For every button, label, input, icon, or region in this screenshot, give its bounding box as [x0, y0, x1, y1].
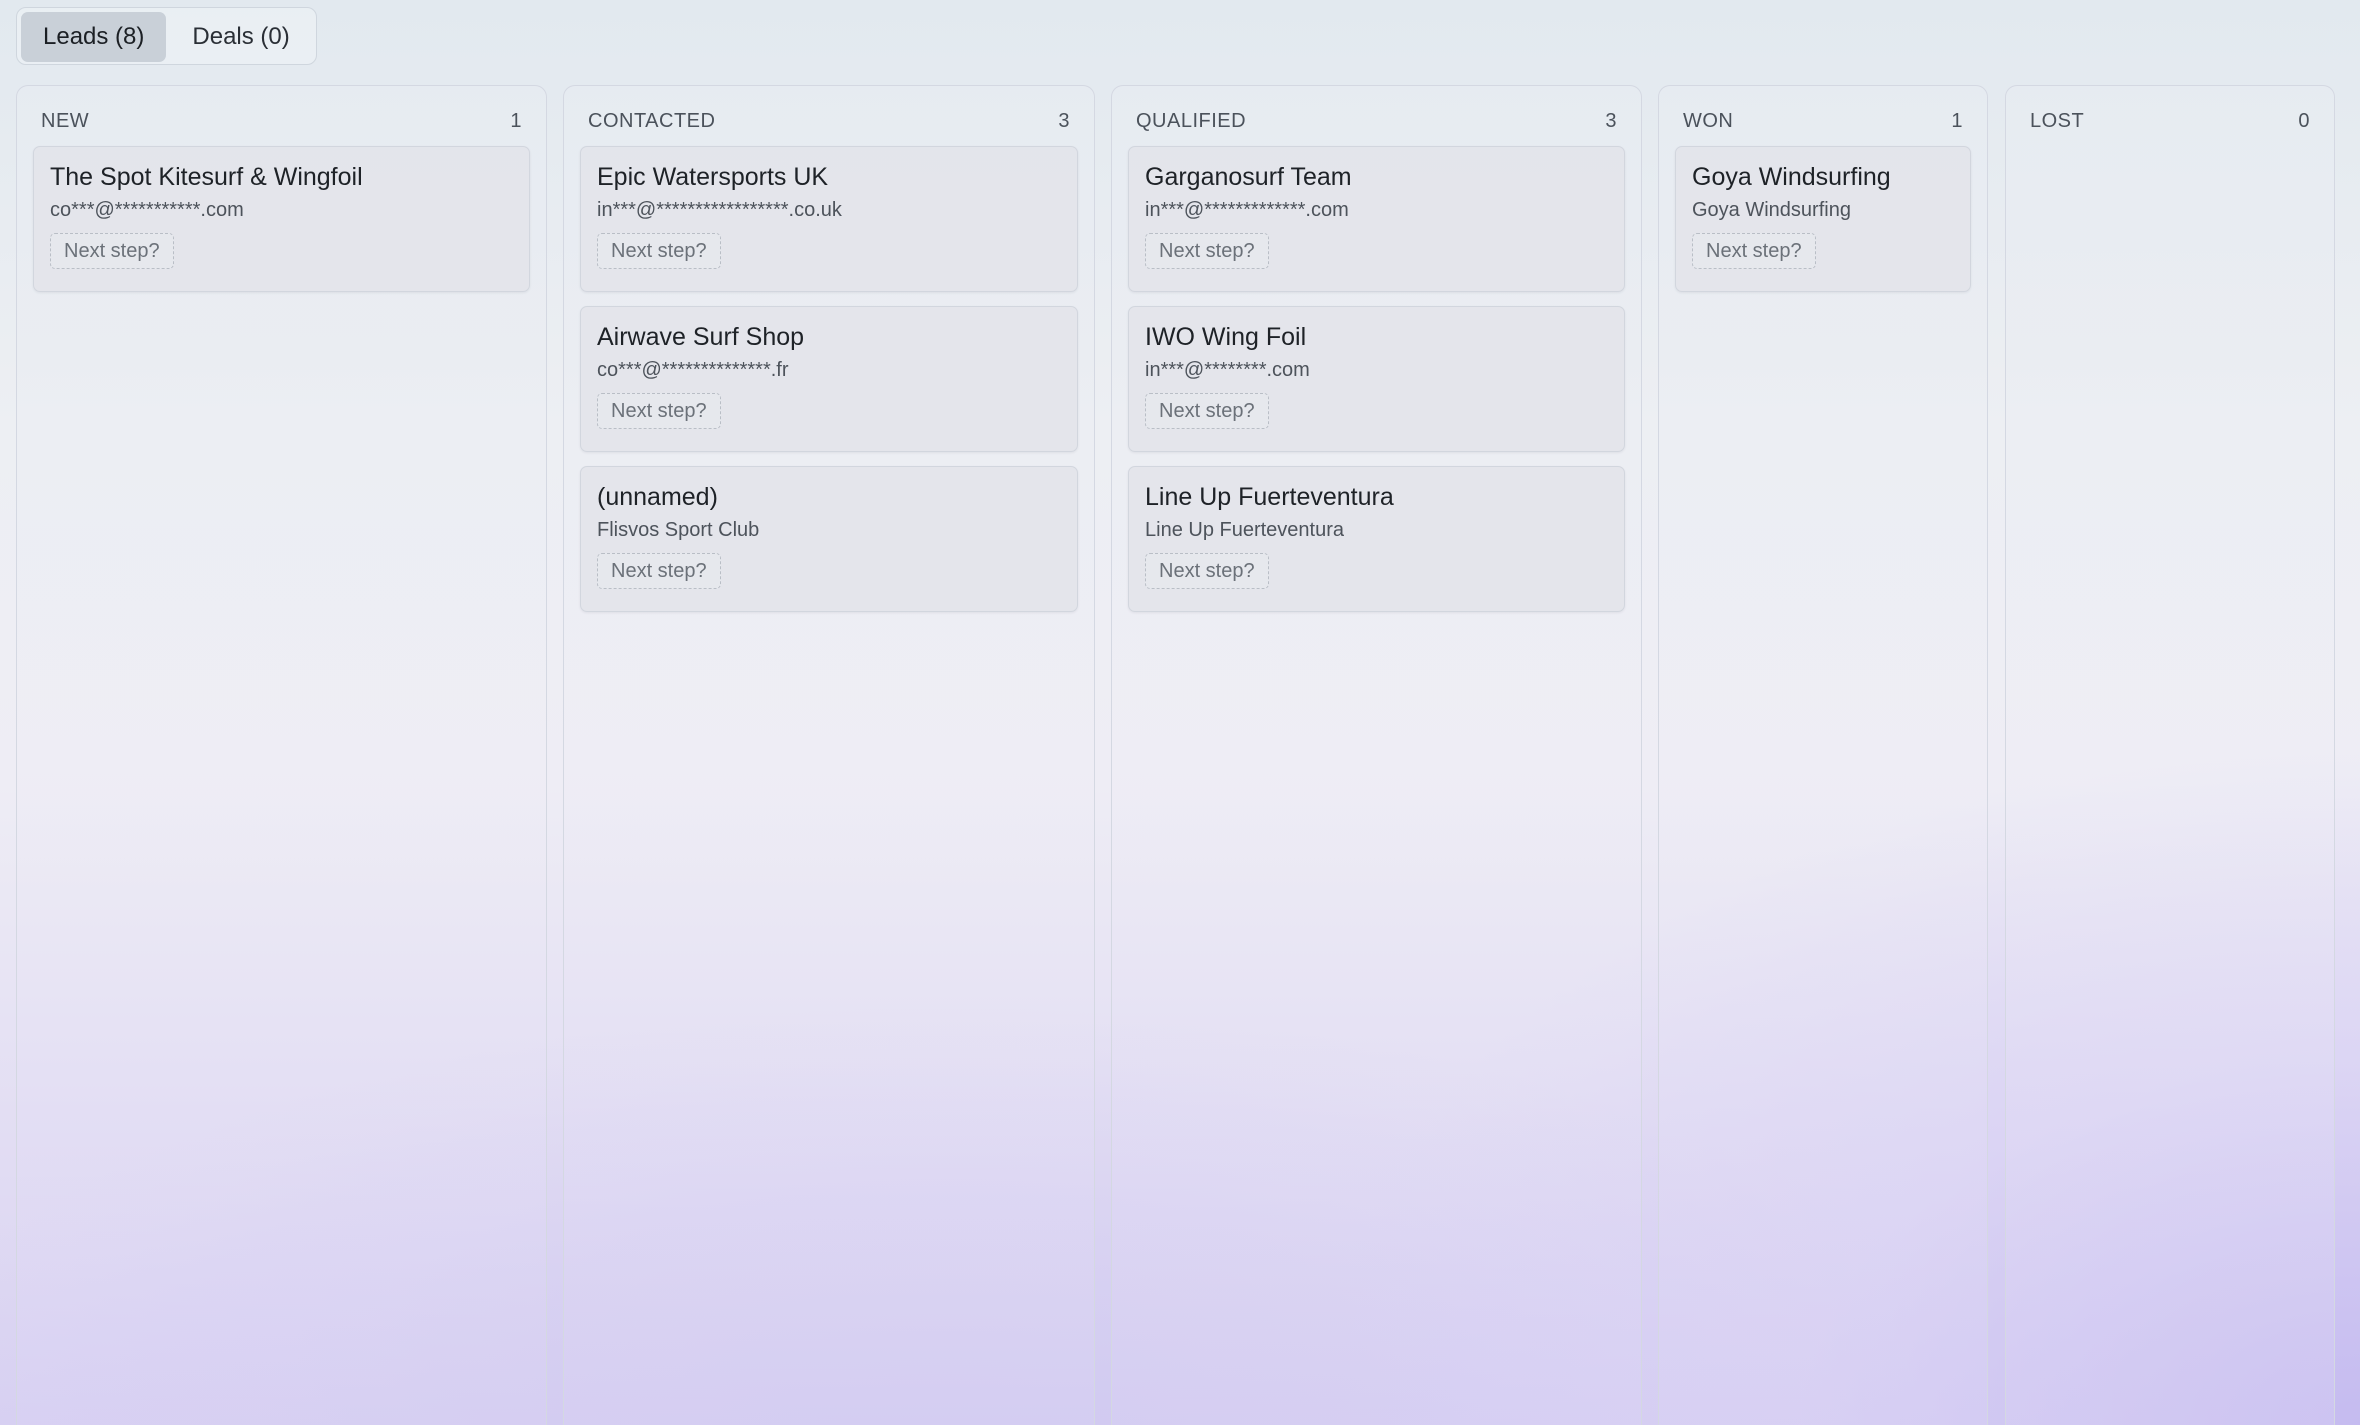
card-email: in***@*************.com	[1145, 199, 1349, 221]
next-step-button[interactable]: Next step?	[1145, 553, 1269, 589]
column-won: WON 1 Goya Windsurfing Goya Windsurfing …	[1658, 85, 1988, 1425]
column-title: CONTACTED	[588, 109, 716, 132]
column-count: 1	[1951, 109, 1963, 132]
card-title: (unnamed)	[597, 483, 718, 511]
column-count: 1	[510, 109, 522, 132]
lead-card[interactable]: The Spot Kitesurf & Wingfoil co***@*****…	[33, 146, 530, 292]
next-step-button[interactable]: Next step?	[597, 553, 721, 589]
lead-card[interactable]: (unnamed) Flisvos Sport Club Next step?	[580, 466, 1078, 612]
lead-card[interactable]: IWO Wing Foil in***@********.com Next st…	[1128, 306, 1625, 452]
column-header: QUALIFIED 3	[1136, 106, 1617, 136]
column-title: WON	[1683, 109, 1734, 132]
card-email: co***@***********.com	[50, 199, 244, 221]
column-count: 3	[1605, 109, 1617, 132]
view-tabs: Leads (8) Deals (0)	[16, 7, 317, 65]
card-list: The Spot Kitesurf & Wingfoil co***@*****…	[33, 146, 530, 292]
next-step-button[interactable]: Next step?	[1145, 233, 1269, 269]
column-header: WON 1	[1683, 106, 1963, 136]
column-header: LOST 0	[2030, 106, 2310, 136]
tab-deals[interactable]: Deals (0)	[170, 12, 311, 62]
lead-card[interactable]: Epic Watersports UK in***@**************…	[580, 146, 1078, 292]
card-organization: Line Up Fuerteventura	[1145, 519, 1345, 541]
next-step-button[interactable]: Next step?	[597, 393, 721, 429]
card-email: in***@********.com	[1145, 359, 1310, 381]
next-step-button[interactable]: Next step?	[1145, 393, 1269, 429]
card-title: IWO Wing Foil	[1145, 323, 1307, 351]
next-step-button[interactable]: Next step?	[50, 233, 174, 269]
card-title: The Spot Kitesurf & Wingfoil	[50, 163, 363, 191]
column-new: NEW 1 The Spot Kitesurf & Wingfoil co***…	[16, 85, 547, 1425]
kanban-board: NEW 1 The Spot Kitesurf & Wingfoil co***…	[0, 85, 2360, 1425]
lead-card[interactable]: Airwave Surf Shop co***@**************.f…	[580, 306, 1078, 452]
column-header: CONTACTED 3	[588, 106, 1070, 136]
card-title: Goya Windsurfing	[1692, 163, 1891, 191]
card-title: Garganosurf Team	[1145, 163, 1352, 191]
column-contacted: CONTACTED 3 Epic Watersports UK in***@**…	[563, 85, 1095, 1425]
card-list: Garganosurf Team in***@*************.com…	[1128, 146, 1625, 612]
column-lost: LOST 0	[2005, 85, 2335, 1425]
column-qualified: QUALIFIED 3 Garganosurf Team in***@*****…	[1111, 85, 1642, 1425]
column-title: NEW	[41, 109, 90, 132]
column-title: QUALIFIED	[1136, 109, 1247, 132]
column-title: LOST	[2030, 109, 2085, 132]
column-count: 0	[2298, 109, 2310, 132]
card-organization: Flisvos Sport Club	[597, 519, 760, 541]
card-organization: Goya Windsurfing	[1692, 199, 1851, 221]
column-header: NEW 1	[41, 106, 522, 136]
card-title: Airwave Surf Shop	[597, 323, 805, 351]
card-list: Goya Windsurfing Goya Windsurfing Next s…	[1675, 146, 1971, 292]
next-step-button[interactable]: Next step?	[597, 233, 721, 269]
tab-leads[interactable]: Leads (8)	[21, 12, 167, 62]
lead-card[interactable]: Line Up Fuerteventura Line Up Fuertevent…	[1128, 466, 1625, 612]
card-title: Epic Watersports UK	[597, 163, 829, 191]
column-count: 3	[1058, 109, 1070, 132]
card-email: in***@*****************.co.uk	[597, 199, 842, 221]
card-list: Epic Watersports UK in***@**************…	[580, 146, 1078, 612]
card-title: Line Up Fuerteventura	[1145, 483, 1394, 511]
next-step-button[interactable]: Next step?	[1692, 233, 1816, 269]
lead-card[interactable]: Goya Windsurfing Goya Windsurfing Next s…	[1675, 146, 1971, 292]
card-email: co***@**************.fr	[597, 359, 789, 381]
lead-card[interactable]: Garganosurf Team in***@*************.com…	[1128, 146, 1625, 292]
